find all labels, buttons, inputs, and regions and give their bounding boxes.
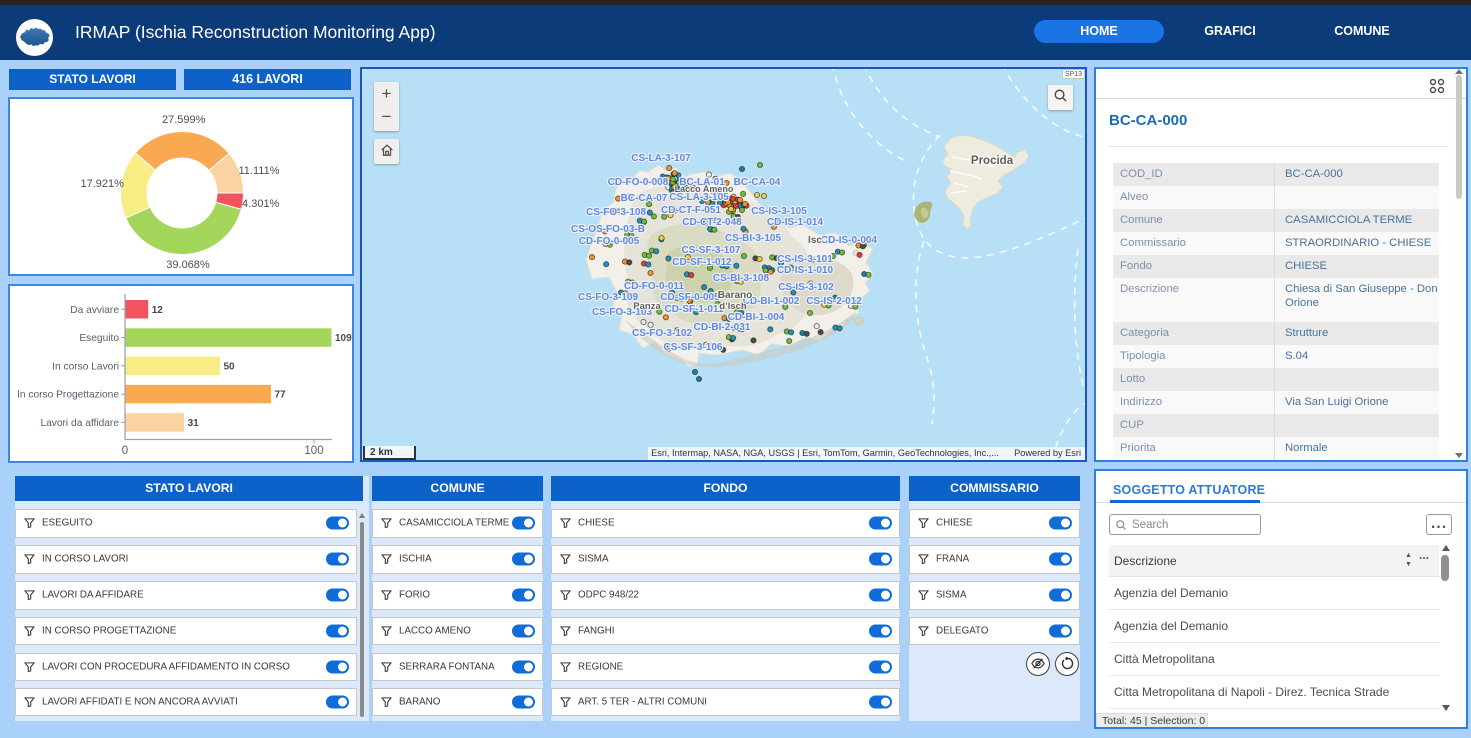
svg-text:CS-IS-3-105: CS-IS-3-105 — [751, 206, 807, 217]
svg-text:CD-FO-0-005: CD-FO-0-005 — [579, 236, 640, 247]
svg-text:CD-SF-1-012: CD-SF-1-012 — [672, 257, 732, 268]
svg-text:CD-IS-1-010: CD-IS-1-010 — [777, 265, 834, 276]
svg-text:Panza: Panza — [633, 301, 661, 312]
svg-text:CD-BI-2-031: CD-BI-2-031 — [694, 322, 751, 333]
svg-text:CS-IS-3-102: CS-IS-3-102 — [778, 282, 834, 293]
svg-text:50: 50 — [224, 361, 236, 372]
svg-text:31: 31 — [188, 418, 200, 429]
svg-text:Eseguito: Eseguito — [79, 333, 119, 344]
svg-text:CD-SF-0-005: CD-SF-0-005 — [660, 292, 720, 303]
svg-text:77: 77 — [275, 390, 287, 401]
svg-text:Barano: Barano — [718, 290, 752, 301]
svg-text:100: 100 — [304, 445, 323, 457]
svg-text:Da avviare: Da avviare — [70, 305, 119, 316]
svg-text:0: 0 — [122, 445, 128, 457]
svg-text:Procida: Procida — [971, 155, 1014, 167]
svg-text:CS-OS-FO-03-B: CS-OS-FO-03-B — [571, 224, 645, 235]
svg-text:CS-FO-3-109: CS-FO-3-109 — [578, 292, 638, 303]
svg-text:CS-SF-3-107: CS-SF-3-107 — [682, 245, 741, 256]
svg-text:CS-FO-3-108: CS-FO-3-108 — [586, 207, 646, 218]
svg-text:CS-IS-3-101: CS-IS-3-101 — [777, 254, 833, 265]
svg-text:CD-CT-2-048: CD-CT-2-048 — [682, 217, 742, 228]
svg-text:In corso Lavori: In corso Lavori — [52, 361, 119, 372]
svg-text:BC-CA-07: BC-CA-07 — [621, 193, 668, 204]
svg-text:In corso Progettazione: In corso Progettazione — [17, 390, 119, 401]
svg-text:Lacco Ameno: Lacco Ameno — [675, 184, 734, 194]
svg-text:CD-FO-0-008: CD-FO-0-008 — [608, 177, 669, 188]
svg-text:12: 12 — [152, 305, 164, 316]
svg-text:CD-IS-1-014: CD-IS-1-014 — [767, 217, 824, 228]
svg-text:d’Isch: d’Isch — [719, 301, 747, 312]
svg-text:27.599%: 27.599% — [162, 114, 206, 126]
svg-text:BC-CA-04: BC-CA-04 — [734, 177, 781, 188]
svg-text:CS-SF-3-106: CS-SF-3-106 — [664, 342, 723, 353]
svg-text:39.068%: 39.068% — [166, 259, 210, 271]
svg-text:CS-FO-3-102: CS-FO-3-102 — [632, 328, 692, 339]
svg-text:CD-CT-F-051: CD-CT-F-051 — [661, 205, 721, 216]
svg-text:Isc: Isc — [808, 235, 822, 246]
svg-text:CS-LA-3-107: CS-LA-3-107 — [631, 153, 691, 164]
svg-text:109: 109 — [335, 333, 352, 344]
svg-text:CD-FO-0-011: CD-FO-0-011 — [624, 281, 684, 292]
svg-text:11.111%: 11.111% — [239, 165, 280, 177]
svg-text:CS-IS-2-012: CS-IS-2-012 — [806, 296, 862, 307]
svg-text:Lavori da affidare: Lavori da affidare — [40, 418, 119, 429]
svg-text:CD-IS-0-004: CD-IS-0-004 — [821, 235, 878, 246]
svg-text:CS-BI-3-108: CS-BI-3-108 — [713, 273, 770, 284]
svg-text:17.921%: 17.921% — [80, 178, 124, 190]
svg-text:CD-SF-1-011: CD-SF-1-011 — [665, 304, 724, 315]
svg-text:4.301%: 4.301% — [242, 198, 280, 210]
svg-text:CS-BI-3-105: CS-BI-3-105 — [725, 233, 782, 244]
